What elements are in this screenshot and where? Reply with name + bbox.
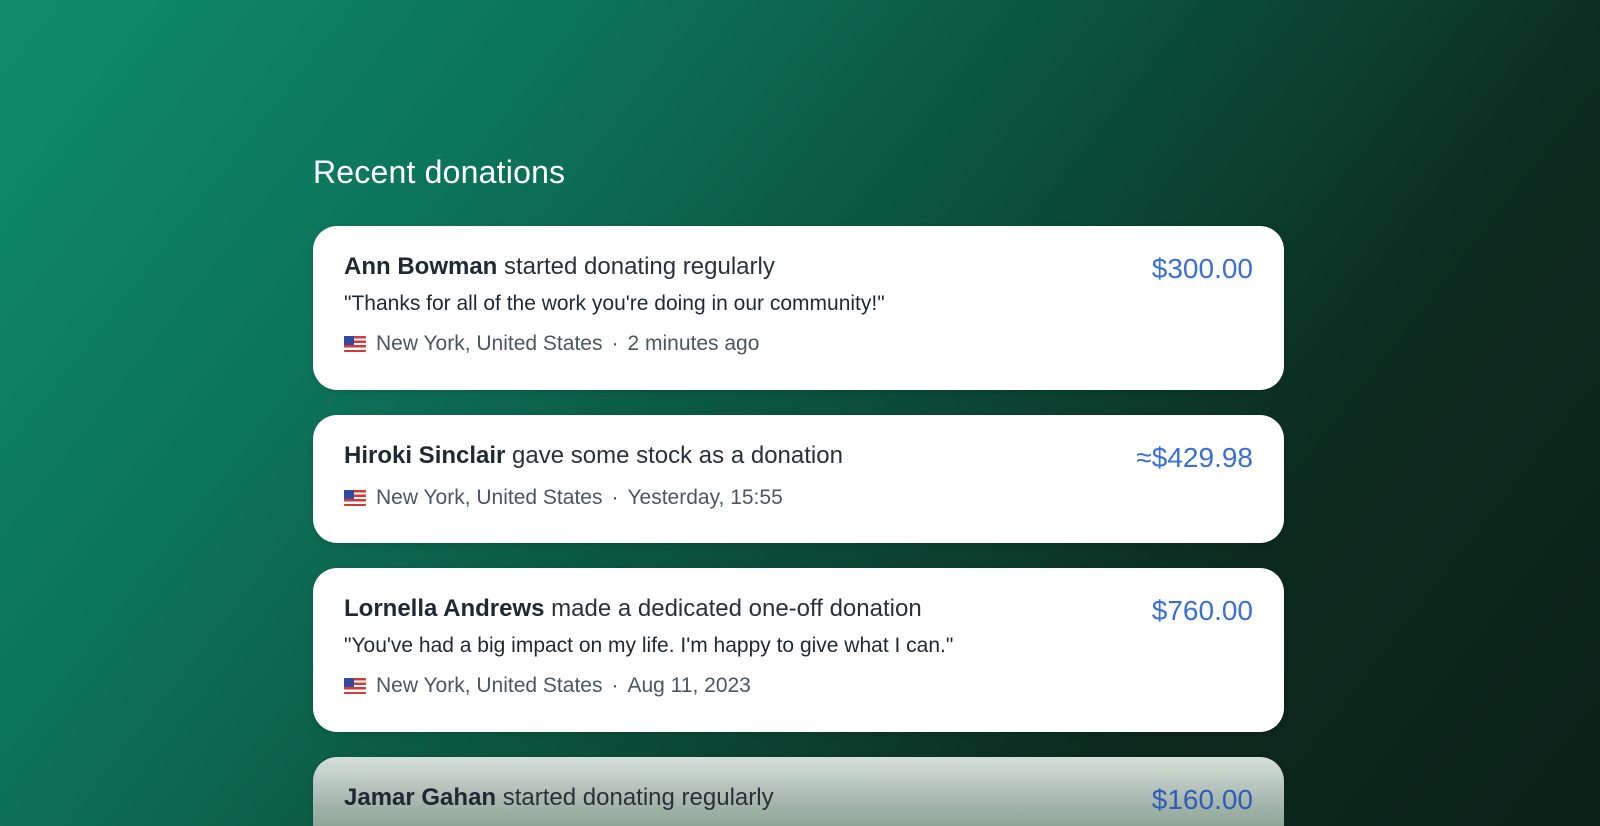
recent-donations-section: Recent donations Ann Bowman started dona… bbox=[313, 0, 1284, 826]
us-flag-icon bbox=[344, 336, 366, 352]
donation-amount: $760.00 bbox=[1151, 595, 1253, 626]
donation-amount: ≈$429.98 bbox=[1136, 442, 1253, 473]
us-flag-icon bbox=[344, 490, 366, 506]
donation-location: New York, United States bbox=[376, 332, 603, 355]
donation-meta: New York, United States · 2 minutes ago bbox=[344, 330, 1253, 358]
donation-time: Yesterday, 15:55 bbox=[627, 486, 783, 509]
donor-name: Ann Bowman bbox=[344, 253, 498, 280]
donation-action: started donating regularly bbox=[497, 253, 775, 280]
donation-meta: New York, United States · Aug 11, 2023 bbox=[344, 672, 1253, 700]
donation-amount: $160.00 bbox=[1151, 784, 1253, 815]
donation-action: started donating regularly bbox=[496, 784, 774, 811]
donation-card[interactable]: Jamar Gahan started donating regularly $… bbox=[313, 757, 1284, 826]
section-title: Recent donations bbox=[313, 154, 566, 190]
donation-headline: Jamar Gahan started donating regularly bbox=[344, 783, 1253, 813]
meta-separator: · bbox=[611, 674, 619, 697]
donation-card[interactable]: Hiroki Sinclair gave some stock as a don… bbox=[313, 415, 1284, 543]
donation-action: gave some stock as a donation bbox=[505, 442, 843, 469]
donation-message: "You've had a big impact on my life. I'm… bbox=[344, 634, 954, 657]
donor-name: Lornella Andrews bbox=[344, 595, 545, 622]
donation-message: "Thanks for all of the work you're doing… bbox=[344, 292, 885, 315]
donation-headline: Hiroki Sinclair gave some stock as a don… bbox=[344, 441, 1253, 471]
donation-time: 2 minutes ago bbox=[627, 332, 760, 355]
donation-location: New York, United States bbox=[376, 486, 603, 509]
donation-card[interactable]: Ann Bowman started donating regularly $3… bbox=[313, 226, 1284, 390]
donation-card[interactable]: Lornella Andrews made a dedicated one-of… bbox=[313, 568, 1284, 732]
donation-location: New York, United States bbox=[376, 674, 603, 697]
meta-separator: · bbox=[611, 332, 619, 355]
donation-time: Aug 11, 2023 bbox=[627, 674, 751, 697]
donation-amount: $300.00 bbox=[1151, 253, 1253, 284]
donation-headline: Ann Bowman started donating regularly bbox=[344, 252, 1253, 282]
meta-separator: · bbox=[611, 486, 619, 509]
donation-meta: New York, United States · Yesterday, 15:… bbox=[344, 484, 1253, 512]
donation-action: made a dedicated one-off donation bbox=[544, 595, 922, 622]
donor-name: Jamar Gahan bbox=[344, 784, 497, 811]
donor-name: Hiroki Sinclair bbox=[344, 442, 506, 469]
us-flag-icon bbox=[344, 678, 366, 694]
donation-headline: Lornella Andrews made a dedicated one-of… bbox=[344, 594, 1253, 624]
